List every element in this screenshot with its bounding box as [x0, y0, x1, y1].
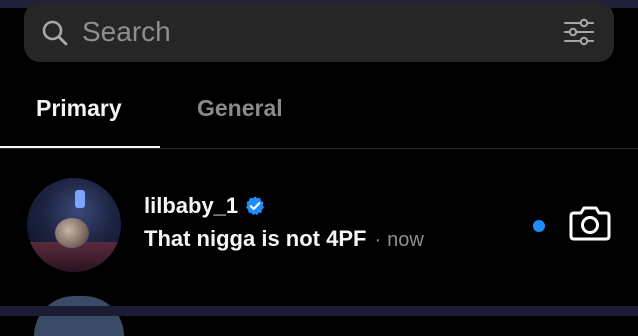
search-bar[interactable]: Search	[24, 2, 614, 62]
tab-primary[interactable]: Primary	[36, 92, 122, 124]
unread-indicator	[533, 220, 545, 232]
tab-general[interactable]: General	[197, 92, 283, 124]
bottom-strip	[0, 306, 638, 316]
verified-badge-icon	[246, 196, 265, 216]
filter-sliders-icon[interactable]	[562, 15, 596, 49]
next-thread-avatar[interactable]	[34, 296, 124, 336]
thread-separator: ·	[374, 229, 382, 251]
thread-timestamp: now	[387, 229, 424, 251]
thread-header: lilbaby_1	[144, 192, 266, 220]
thread-username: lilbaby_1	[144, 193, 239, 218]
thread-row[interactable]: lilbaby_1 That nigga is not 4PF · now	[0, 170, 638, 280]
inbox-tabs: Primary General	[0, 78, 638, 150]
search-icon	[42, 20, 68, 46]
thread-preview: That nigga is not 4PF · now	[144, 226, 424, 256]
camera-icon[interactable]	[568, 203, 612, 243]
avatar[interactable]	[27, 178, 121, 272]
tabs-divider	[0, 148, 638, 149]
search-input[interactable]: Search	[82, 14, 171, 50]
thread-last-message: That nigga is not 4PF	[144, 226, 367, 251]
